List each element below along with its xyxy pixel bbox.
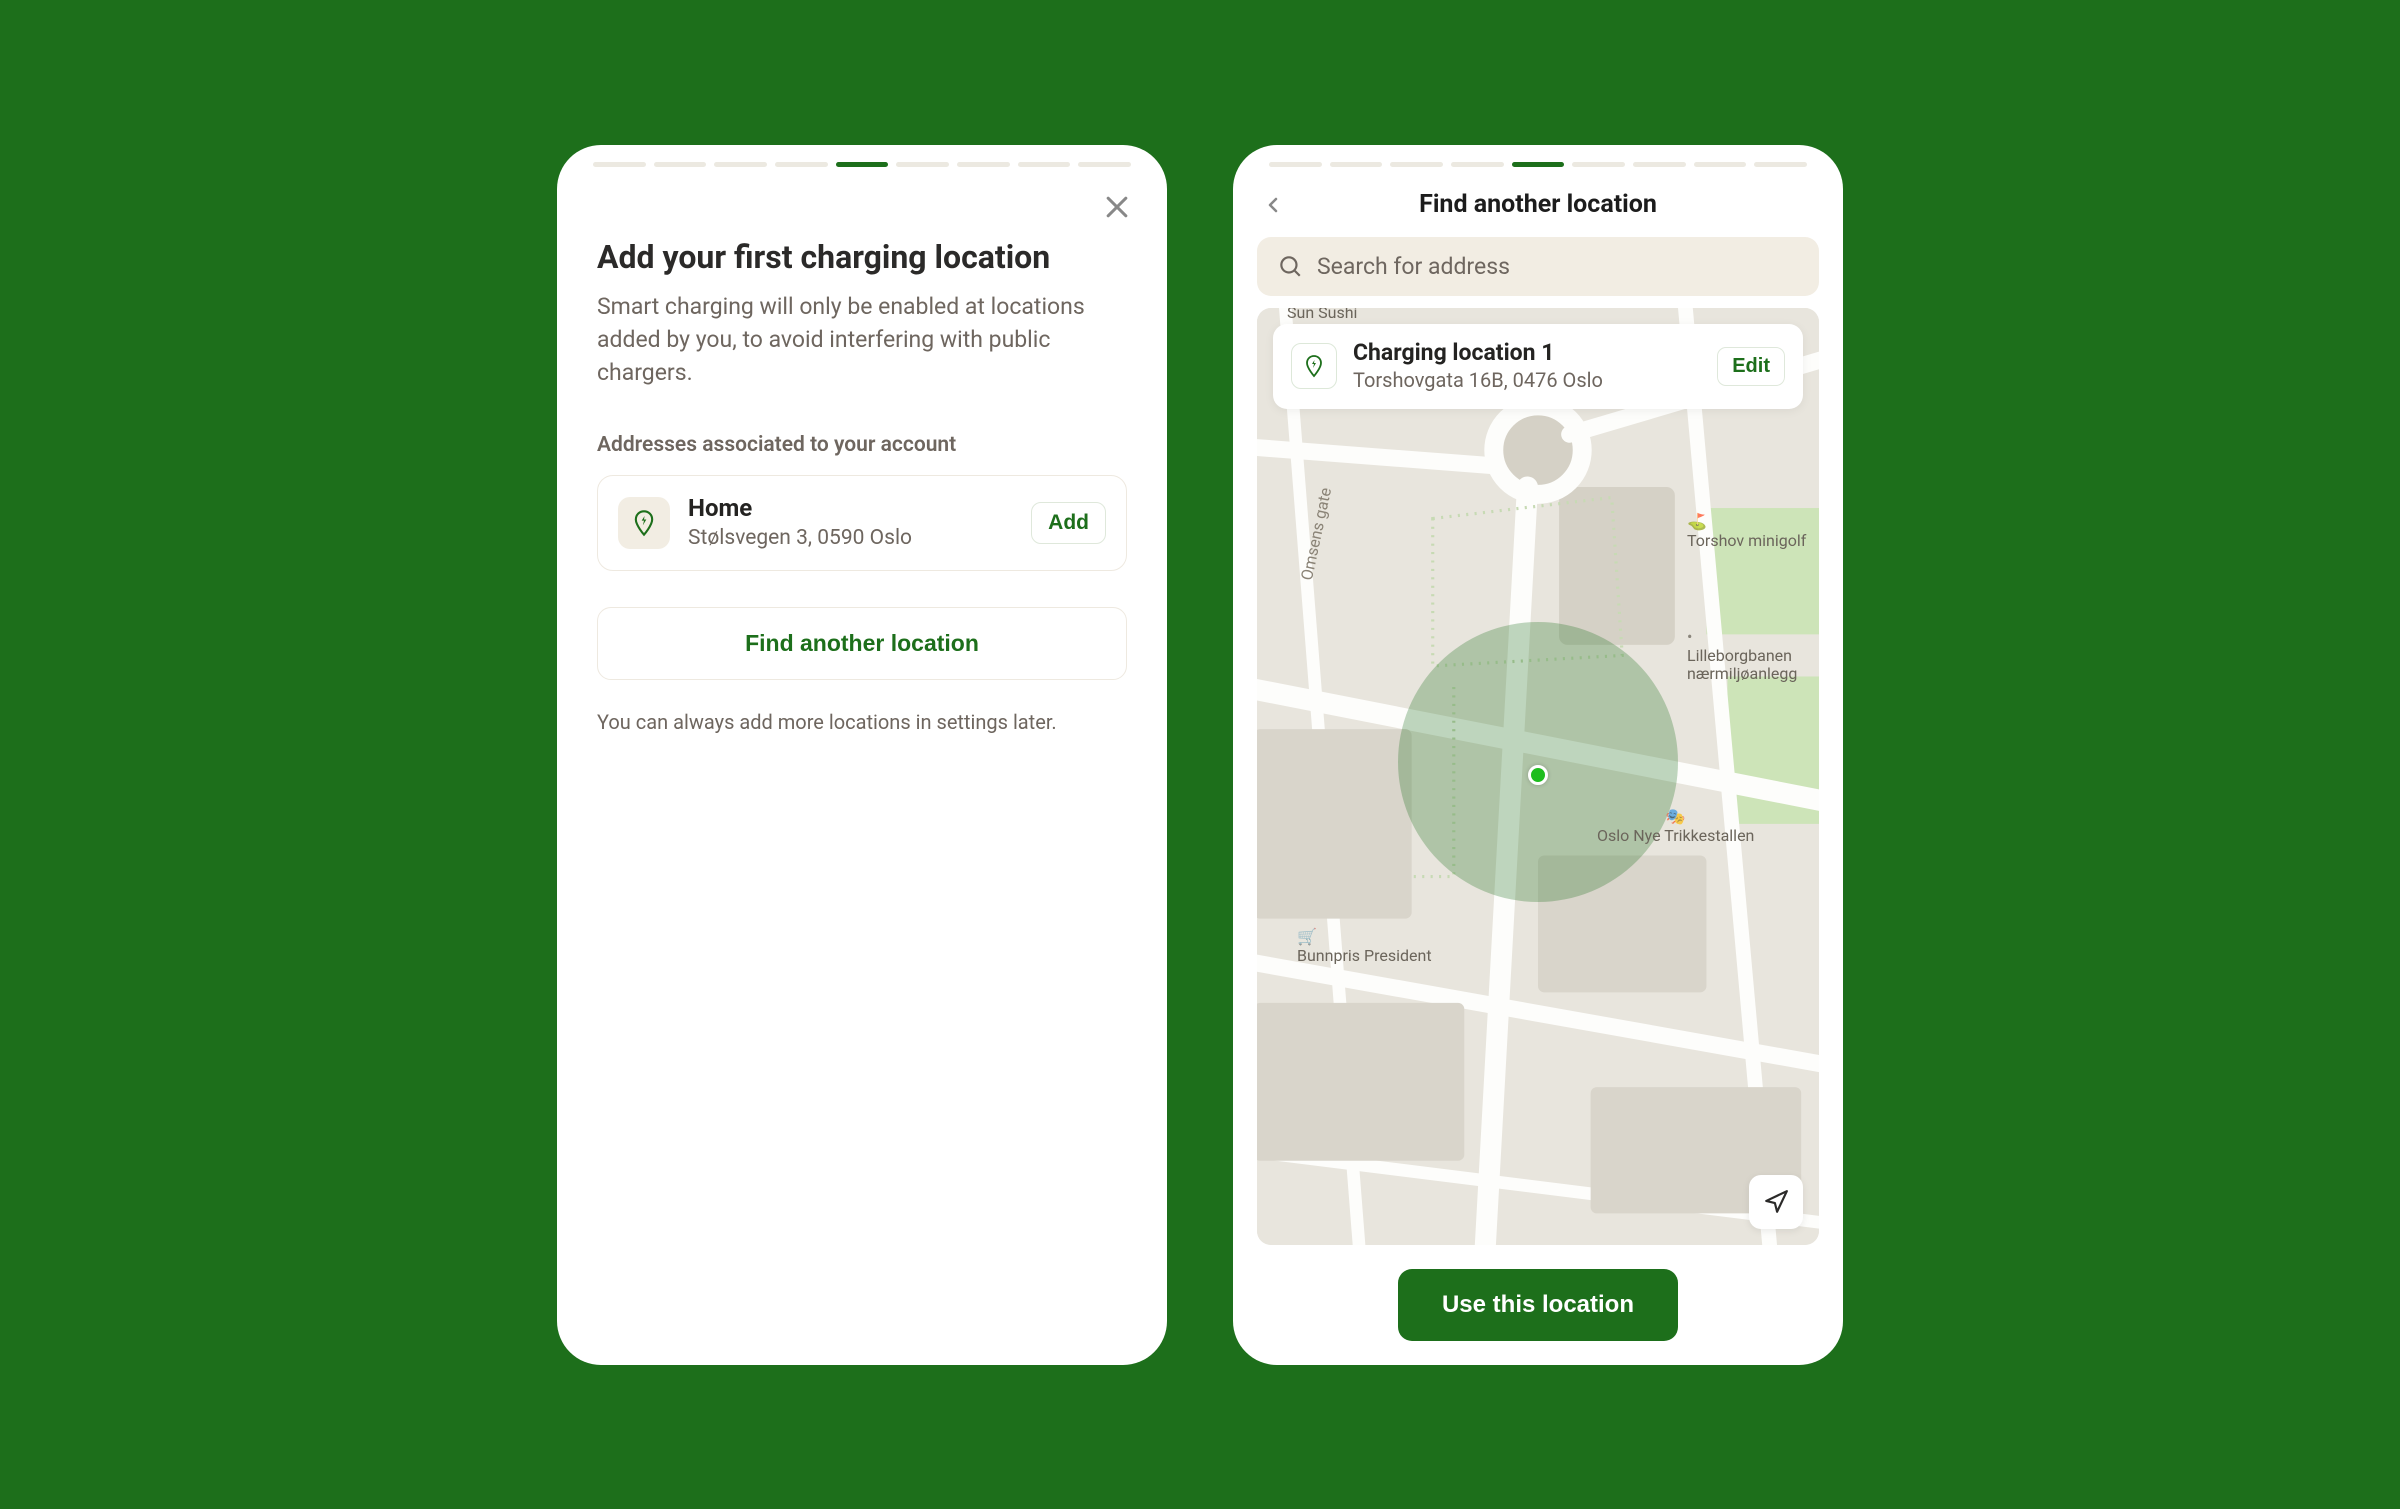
charging-pin-icon — [1291, 343, 1337, 389]
find-another-location-button[interactable]: Find another location — [597, 607, 1127, 680]
location-address: Torshovgata 16B, 0476 Oslo — [1353, 368, 1701, 393]
address-line: Stølsvegen 3, 0590 Oslo — [688, 525, 1013, 552]
locate-me-button[interactable] — [1749, 1175, 1803, 1229]
page-description: Smart charging will only be enabled at l… — [597, 291, 1127, 389]
geofence-radius — [1398, 622, 1678, 902]
page-title: Add your first charging location — [597, 239, 1127, 276]
back-icon[interactable] — [1261, 193, 1285, 217]
close-icon[interactable] — [1103, 193, 1131, 221]
search-icon — [1277, 253, 1303, 279]
add-button[interactable]: Add — [1031, 502, 1106, 544]
footer-note: You can always add more locations in set… — [597, 708, 1127, 736]
progress-bar — [1233, 145, 1843, 171]
screen-find-location: Find another location — [1233, 145, 1843, 1365]
use-this-location-button[interactable]: Use this location — [1398, 1269, 1678, 1341]
location-pin-icon — [1528, 765, 1548, 785]
address-card: Home Stølsvegen 3, 0590 Oslo Add — [597, 475, 1127, 571]
map[interactable]: Omsens gate Sun Sushi ⛳ Torshov minigolf… — [1257, 308, 1819, 1245]
charging-pin-icon — [618, 497, 670, 549]
edit-button[interactable]: Edit — [1717, 347, 1785, 386]
progress-bar — [557, 145, 1167, 171]
addresses-subheading: Addresses associated to your account — [597, 433, 1127, 457]
navigation-icon — [1763, 1189, 1789, 1215]
address-name: Home — [688, 494, 1013, 523]
search-input-wrap[interactable] — [1257, 237, 1819, 296]
location-card: Charging location 1 Torshovgata 16B, 047… — [1273, 324, 1803, 409]
page-title: Find another location — [1261, 190, 1815, 219]
location-name: Charging location 1 — [1353, 340, 1701, 366]
search-input[interactable] — [1317, 253, 1799, 280]
screen-add-location: Add your first charging location Smart c… — [557, 145, 1167, 1365]
